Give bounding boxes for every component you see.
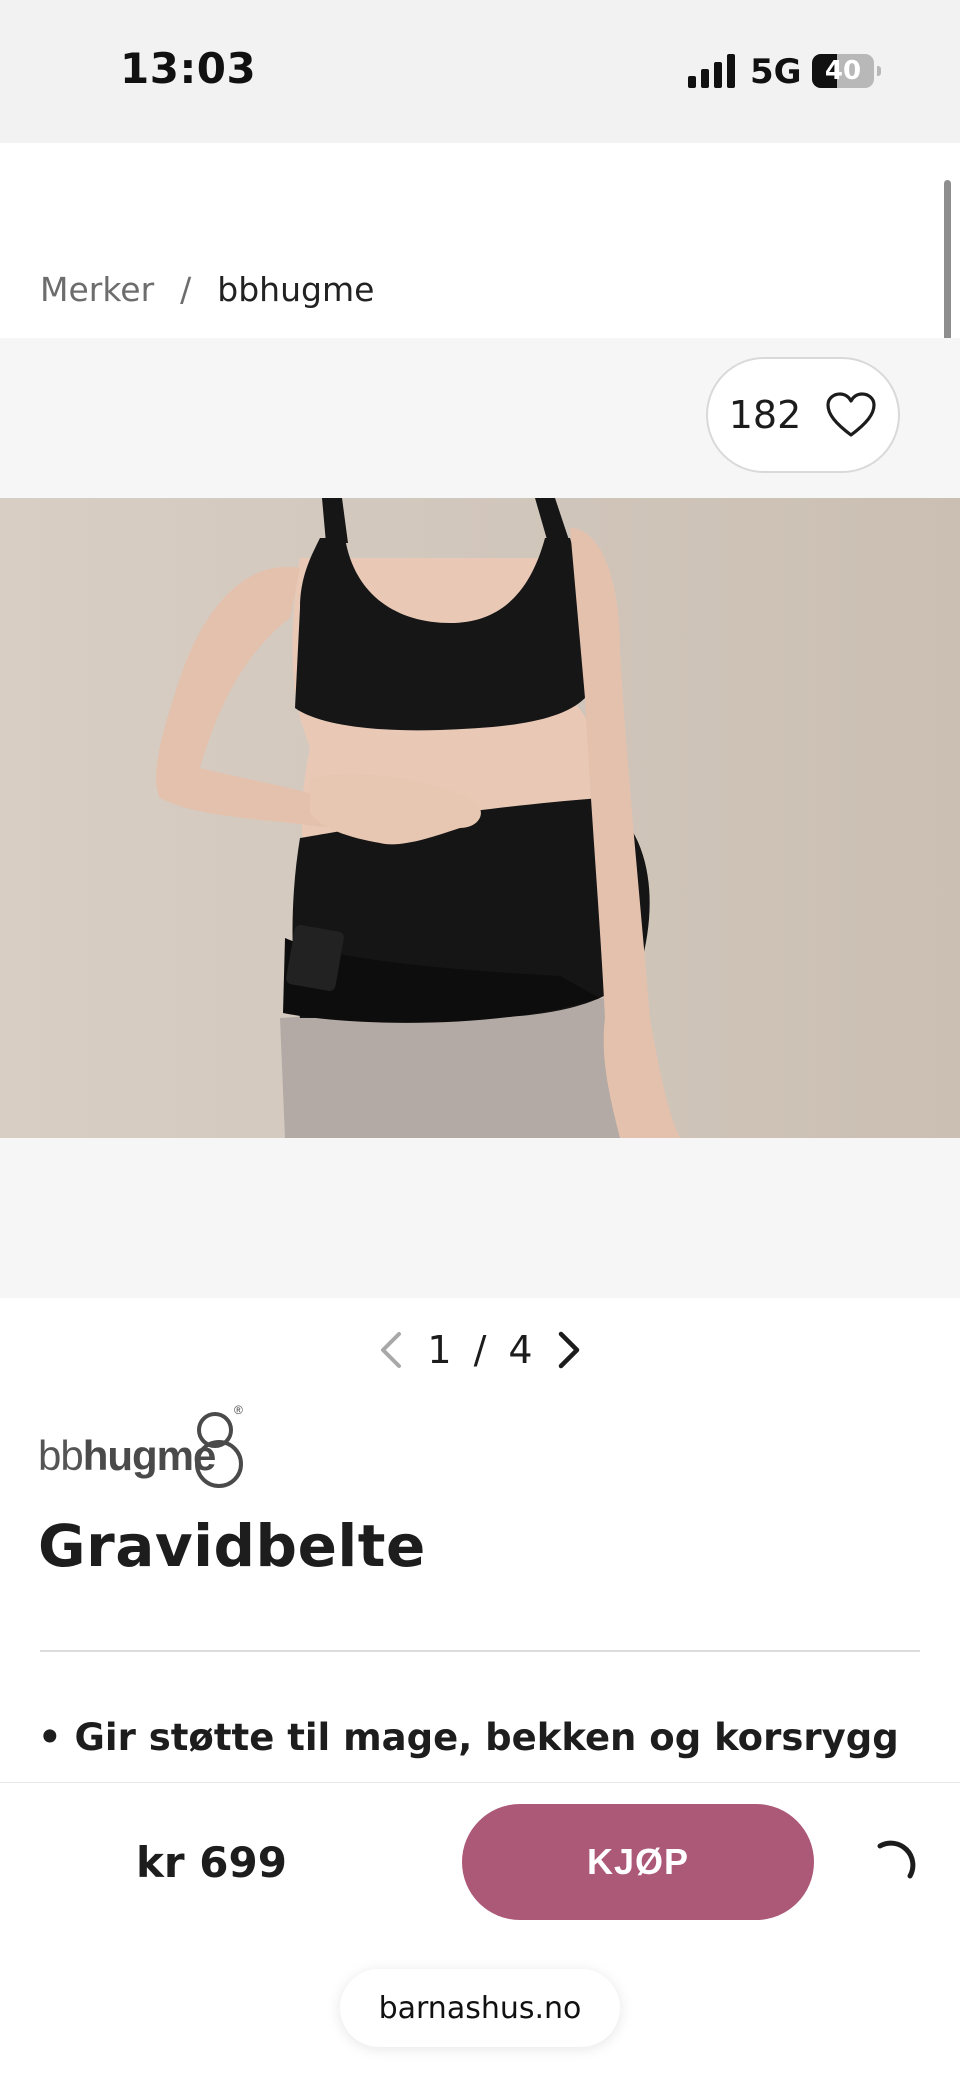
heart-icon [826,392,876,437]
product-bullet: • Gir støtte til mage, bekken og korsryg… [38,1716,899,1759]
chevron-right-icon[interactable] [555,1330,583,1370]
battery-level: 40 [824,56,862,86]
status-bar: 13:03 5G 40 [0,0,960,143]
browser-url-bar[interactable]: barnashus.no [340,1969,620,2047]
gallery-pager: 1 / 4 [0,1320,960,1380]
svg-text:®: ® [234,1403,243,1417]
product-price: kr 699 [136,1838,287,1887]
product-photo [0,498,960,1138]
product-title: Gravidbelte [38,1512,426,1580]
pager-total: 4 [508,1328,533,1372]
battery-icon: 40 [812,54,882,88]
chevron-left-icon[interactable] [377,1330,405,1370]
svg-text:bbhugme: bbhugme [38,1432,215,1479]
divider [40,1650,920,1652]
loading-spinner-icon [877,1840,916,1879]
breadcrumb-link-merker[interactable]: Merker [40,270,154,309]
breadcrumb-current: bbhugme [217,270,375,309]
favorite-button[interactable]: 182 [706,357,900,473]
breadcrumb-separator: / [180,270,192,309]
pager-separator: / [473,1328,487,1372]
buy-button[interactable]: KJØP [462,1804,814,1920]
status-time: 13:03 [120,44,257,93]
network-type: 5G [750,52,802,92]
favorite-count: 182 [728,393,802,437]
pager-current: 1 [427,1328,452,1372]
breadcrumb: Merker / bbhugme [40,270,374,309]
cellular-signal-icon [688,54,735,88]
product-image[interactable] [0,498,960,1138]
brand-logo[interactable]: bbhugme ® [36,1392,256,1488]
